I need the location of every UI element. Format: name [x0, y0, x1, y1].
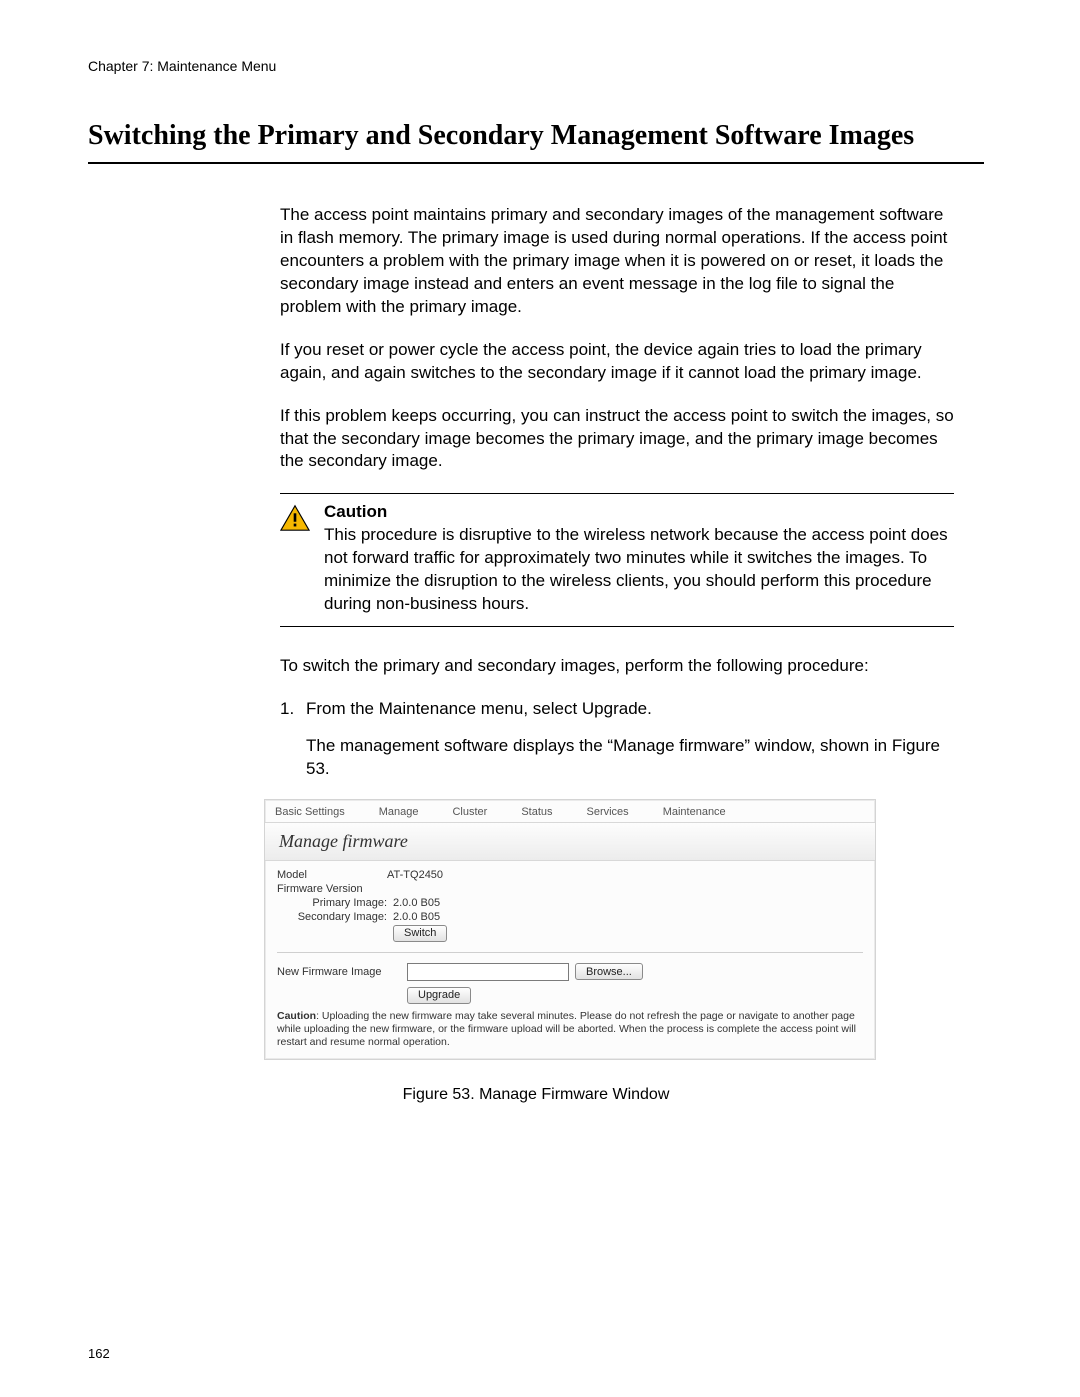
figure-caption: Figure 53. Manage Firmware Window [88, 1086, 984, 1104]
upload-caution-label: Caution [277, 1010, 316, 1022]
secondary-image-value: 2.0.0 B05 [393, 911, 440, 923]
tab-services[interactable]: Services [587, 806, 629, 818]
divider [277, 952, 863, 953]
manage-firmware-window: Basic Settings Manage Cluster Status Ser… [264, 799, 876, 1060]
caution-title: Caution [324, 502, 954, 522]
browse-button[interactable]: Browse... [575, 963, 643, 980]
step-subtext: The management software displays the “Ma… [306, 735, 954, 781]
caution-body: This procedure is disruptive to the wire… [324, 524, 954, 616]
firmware-version-label: Firmware Version [277, 883, 387, 895]
caution-box: Caution This procedure is disruptive to … [280, 493, 954, 627]
step-text: From the Maintenance menu, select Upgrad… [306, 698, 954, 721]
tab-status[interactable]: Status [521, 806, 552, 818]
model-value: AT-TQ2450 [387, 869, 443, 881]
upload-caution-text: : Uploading the new firmware may take se… [277, 1010, 856, 1048]
step-item: 1. From the Maintenance menu, select Upg… [280, 698, 954, 721]
secondary-image-label: Secondary Image: [277, 911, 393, 923]
paragraph: The access point maintains primary and s… [280, 204, 954, 319]
new-firmware-input[interactable] [407, 963, 569, 981]
upload-caution: Caution: Uploading the new firmware may … [277, 1010, 863, 1049]
step-number: 1. [280, 698, 306, 721]
switch-button[interactable]: Switch [393, 925, 447, 942]
lead-text: To switch the primary and secondary imag… [280, 655, 954, 678]
paragraph: If this problem keeps occurring, you can… [280, 405, 954, 474]
tab-manage[interactable]: Manage [379, 806, 419, 818]
primary-image-label: Primary Image: [277, 897, 393, 909]
page-title: Switching the Primary and Secondary Mana… [88, 120, 984, 164]
paragraph: If you reset or power cycle the access p… [280, 339, 954, 385]
tab-cluster[interactable]: Cluster [452, 806, 487, 818]
upgrade-button[interactable]: Upgrade [407, 987, 471, 1004]
chapter-label: Chapter 7: Maintenance Menu [88, 58, 984, 74]
panel-title: Manage firmware [265, 822, 875, 861]
model-label: Model [277, 869, 387, 881]
tab-maintenance[interactable]: Maintenance [663, 806, 726, 818]
caution-icon [280, 502, 324, 616]
primary-image-value: 2.0.0 B05 [393, 897, 440, 909]
tab-basic-settings[interactable]: Basic Settings [275, 806, 345, 818]
new-firmware-label: New Firmware Image [277, 966, 407, 978]
page-number: 162 [88, 1346, 110, 1361]
